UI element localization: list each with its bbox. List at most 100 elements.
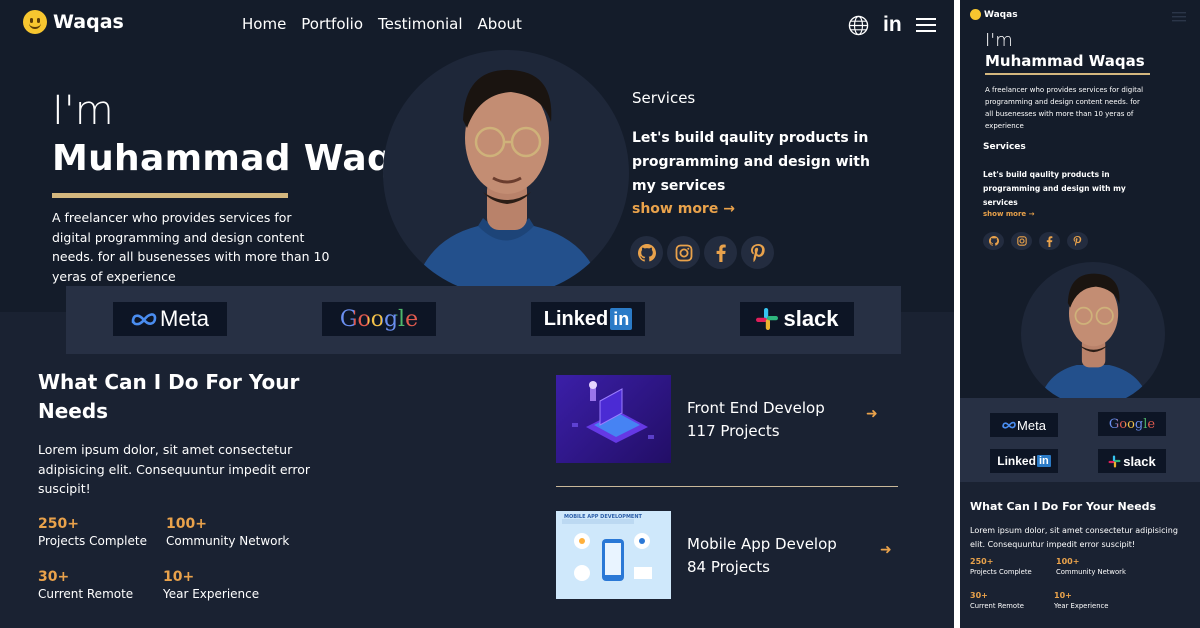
stat-value: 10+ [163,569,195,585]
name-underline [985,73,1150,75]
instagram-icon[interactable] [667,236,700,269]
stat-remote: 30+ Current Remote [970,591,1024,610]
section-title: What Can I Do For Your Needs [970,500,1157,513]
stat-projects: 250+ Projects Complete [970,557,1032,576]
stat-label: Projects Complete [38,534,147,548]
facebook-icon[interactable] [1039,232,1060,250]
arrow-right-icon[interactable]: ➜ [880,542,892,558]
hamburger-menu-icon[interactable] [1172,12,1186,22]
show-more-link[interactable]: show more → [632,201,735,217]
linkedin-badge: in [1036,455,1051,467]
site-logo[interactable]: Waqas [23,10,124,34]
intro-name: Muhammad Waqas [985,52,1145,70]
portrait-illustration [413,69,603,296]
services-label: Services [983,142,1026,152]
illustration-caption: MOBILE APP DEVELOPMENT [564,514,643,520]
portrait-illustration [1038,273,1150,406]
stat-community: 100+ Community Network [166,516,289,548]
stat-label: Current Remote [38,587,134,601]
pinterest-icon[interactable] [741,236,774,269]
service-count: 84 Projects [687,558,770,576]
stat-label: Year Experience [163,587,260,601]
front-end-illustration [556,375,671,463]
service-count: 117 Projects [687,422,780,440]
meta-infinity-icon [1002,421,1016,429]
linkedin-icon[interactable]: in [883,14,902,36]
github-icon[interactable] [983,232,1004,250]
meta-infinity-icon [131,313,157,326]
services-text: Let's build qaulity products in programm… [632,130,870,194]
arrow-right-icon[interactable]: ➜ [866,406,878,422]
service-title: Front End Develop [687,399,825,417]
service-title: Mobile App Develop [687,535,837,553]
meta-logo: Meta [990,413,1058,437]
nav-item-portfolio[interactable]: Portfolio [301,15,363,33]
google-wordmark: Google [1108,416,1156,432]
services-text: Let's build qaulity products in programm… [983,170,1126,207]
brand-logos-strip: Meta Google Linked in slack [960,398,1200,482]
linkedin-wordmark: Linked [997,454,1036,468]
social-links [630,236,774,269]
google-logo: Google [1098,412,1166,436]
slack-logo: slack [1098,449,1166,473]
services-label: Services [632,89,696,107]
section-description: Lorem ipsum dolor, sit amet consectetur … [970,526,1178,549]
section-description: Lorem ipsum dolor, sit amet consectetur … [38,442,311,496]
google-wordmark: Google [339,306,419,332]
stat-value: 100+ [1056,557,1080,566]
intro-greeting: I'm [985,30,1013,51]
hamburger-menu-icon[interactable] [915,17,936,33]
slack-wordmark: slack [1123,453,1156,469]
nav-item-about[interactable]: About [478,15,522,33]
mobile-view: Waqas I'm Muhammad Waqas A freelancer wh… [960,0,1200,628]
linkedin-logo: Linked in [990,449,1058,473]
social-links [983,232,1088,250]
slack-logo: slack [740,302,854,336]
slack-hash-icon [756,308,779,330]
intro-name: Muhammad Waqas [52,138,440,179]
nav-item-testimonial[interactable]: Testimonial [378,15,463,33]
meta-wordmark: Meta [1017,417,1046,433]
slack-hash-icon [1108,455,1121,467]
intro-description: A freelancer who provides services for d… [985,86,1144,130]
facebook-icon[interactable] [704,236,737,269]
meta-logo: Meta [113,302,227,336]
meta-wordmark: Meta [160,306,209,331]
stat-value: 30+ [38,569,70,585]
show-more-link[interactable]: show more → [983,210,1034,218]
brand-name: Waqas [984,9,1018,20]
service-front-end[interactable]: Front End Develop 117 Projects [687,397,825,443]
linkedin-wordmark: Linked [543,307,609,330]
linkedin-logo: Linked in [531,302,645,336]
main-nav: Home Portfolio Testimonial About [242,15,522,33]
section-title: What Can I Do For Your Needs [38,370,300,423]
slack-wordmark: slack [783,306,839,331]
pinterest-icon[interactable] [1067,232,1088,250]
nav-item-home[interactable]: Home [242,15,286,33]
globe-icon[interactable] [848,15,869,36]
stat-remote: 30+ Current Remote [38,569,133,601]
stat-value: 30+ [970,591,988,600]
service-mobile-app[interactable]: Mobile App Develop 84 Projects [687,533,837,579]
desktop-view: Waqas Home Portfolio Testimonial About i… [0,0,954,628]
header-actions: in [848,14,936,36]
brand-logos-strip: Meta Google Linked in slack [66,286,901,354]
mobile-app-illustration: MOBILE APP DEVELOPMENT [556,511,671,599]
github-icon[interactable] [630,236,663,269]
name-underline [52,193,288,198]
profile-portrait [383,50,629,296]
google-logo: Google [322,302,436,336]
stat-label: Community Network [166,534,290,548]
stat-experience: 10+ Year Experience [163,569,259,601]
instagram-icon[interactable] [1011,232,1032,250]
stat-value: 10+ [1054,591,1072,600]
mobile-site-logo[interactable]: Waqas [970,9,1018,20]
stat-label: Community Network [1056,568,1126,576]
intro-description: A freelancer who provides services for d… [52,210,330,284]
smiley-logo-icon [23,10,47,34]
stat-experience: 10+ Year Experience [1054,591,1108,610]
stat-projects: 250+ Projects Complete [38,516,147,548]
stat-value: 250+ [970,557,994,566]
stat-value: 100+ [166,516,207,532]
stat-value: 250+ [38,516,79,532]
